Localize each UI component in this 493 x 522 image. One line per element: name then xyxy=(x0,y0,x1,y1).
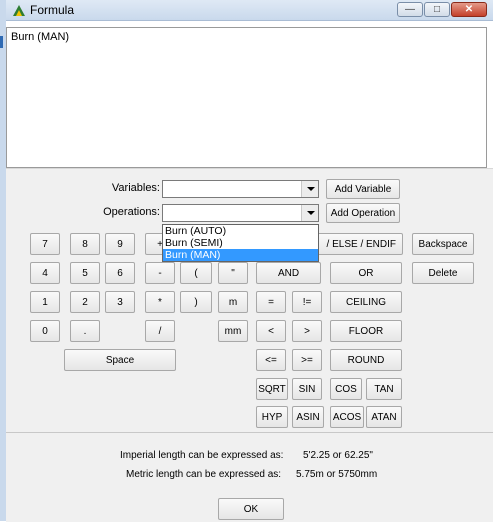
add-variable-button[interactable]: Add Variable xyxy=(326,179,400,199)
close-button[interactable]: ✕ xyxy=(451,2,487,17)
metric-length-label: Metric length can be expressed as: xyxy=(126,469,282,480)
formula-text: Burn (MAN) xyxy=(11,31,70,43)
key-m-button[interactable]: m xyxy=(218,291,248,313)
key-6-button[interactable]: 6 xyxy=(105,262,135,284)
operations-dropdown-list[interactable]: Burn (AUTO) Burn (SEMI) Burn (MAN) xyxy=(162,224,319,262)
key-dot-button[interactable]: . xyxy=(70,320,100,342)
imperial-length-label: Imperial length can be expressed as: xyxy=(120,450,284,461)
sqrt-button[interactable]: SQRT xyxy=(256,378,288,400)
maximize-button[interactable]: □ xyxy=(424,2,450,17)
operation-option-selected[interactable]: Burn (MAN) xyxy=(163,249,318,261)
key-divide-button[interactable]: / xyxy=(145,320,175,342)
or-button[interactable]: OR xyxy=(330,262,402,284)
close-icon: ✕ xyxy=(464,4,474,15)
atan-button[interactable]: ATAN xyxy=(366,406,402,428)
key-0-button[interactable]: 0 xyxy=(30,320,60,342)
chevron-down-icon[interactable] xyxy=(301,181,318,197)
key-4-button[interactable]: 4 xyxy=(30,262,60,284)
key-9-button[interactable]: 9 xyxy=(105,233,135,255)
panel-divider xyxy=(6,432,493,433)
minimize-button[interactable]: — xyxy=(397,2,423,17)
operations-select[interactable] xyxy=(162,204,319,222)
formula-text-area[interactable]: Burn (MAN) xyxy=(6,27,487,168)
minimize-icon: — xyxy=(405,4,415,15)
key-5-button[interactable]: 5 xyxy=(70,262,100,284)
maximize-icon: □ xyxy=(433,4,441,15)
key-left-paren-button[interactable]: ( xyxy=(180,262,212,284)
cos-button[interactable]: COS xyxy=(330,378,362,400)
sin-button[interactable]: SIN xyxy=(292,378,322,400)
key-equals-button[interactable]: = xyxy=(256,291,286,313)
key-less-equal-button[interactable]: <= xyxy=(256,349,286,371)
ok-button[interactable]: OK xyxy=(218,498,284,520)
operation-option[interactable]: Burn (SEMI) xyxy=(163,237,318,249)
key-not-equals-button[interactable]: != xyxy=(292,291,322,313)
acos-button[interactable]: ACOS xyxy=(330,406,364,428)
imperial-length-example: 5'2.25 or 62.25" xyxy=(303,450,373,461)
floor-button[interactable]: FLOOR xyxy=(330,320,402,342)
key-3-button[interactable]: 3 xyxy=(105,291,135,313)
key-multiply-button[interactable]: * xyxy=(145,291,175,313)
key-8-button[interactable]: 8 xyxy=(70,233,100,255)
metric-length-example: 5.75m or 5750mm xyxy=(296,469,378,480)
key-minus-button[interactable]: - xyxy=(145,262,175,284)
backspace-button[interactable]: Backspace xyxy=(412,233,474,255)
tan-button[interactable]: TAN xyxy=(366,378,402,400)
formula-app-icon xyxy=(13,5,25,16)
hyp-button[interactable]: HYP xyxy=(256,406,288,428)
key-quote-button[interactable]: " xyxy=(218,262,248,284)
delete-button[interactable]: Delete xyxy=(412,262,474,284)
variables-select[interactable] xyxy=(162,180,319,198)
key-1-button[interactable]: 1 xyxy=(30,291,60,313)
key-greater-equal-button[interactable]: >= xyxy=(292,349,322,371)
chevron-down-icon[interactable] xyxy=(301,205,318,221)
ceiling-button[interactable]: CEILING xyxy=(330,291,402,313)
asin-button[interactable]: ASIN xyxy=(292,406,324,428)
key-greater-than-button[interactable]: > xyxy=(292,320,322,342)
add-operation-button[interactable]: Add Operation xyxy=(326,203,400,223)
variables-label: Variables: xyxy=(111,182,160,194)
and-button[interactable]: AND xyxy=(256,262,321,284)
key-right-paren-button[interactable]: ) xyxy=(180,291,212,313)
space-button[interactable]: Space xyxy=(64,349,176,371)
key-less-than-button[interactable]: < xyxy=(256,320,286,342)
operations-label: Operations: xyxy=(103,206,160,218)
round-button[interactable]: ROUND xyxy=(330,349,402,371)
key-7-button[interactable]: 7 xyxy=(30,233,60,255)
window-title: Formula xyxy=(30,3,75,17)
key-mm-button[interactable]: mm xyxy=(218,320,248,342)
title-bar[interactable]: Formula — □ ✕ xyxy=(6,0,493,21)
focus-marker xyxy=(0,36,3,48)
operation-option[interactable]: Burn (AUTO) xyxy=(163,225,318,237)
key-2-button[interactable]: 2 xyxy=(70,291,100,313)
